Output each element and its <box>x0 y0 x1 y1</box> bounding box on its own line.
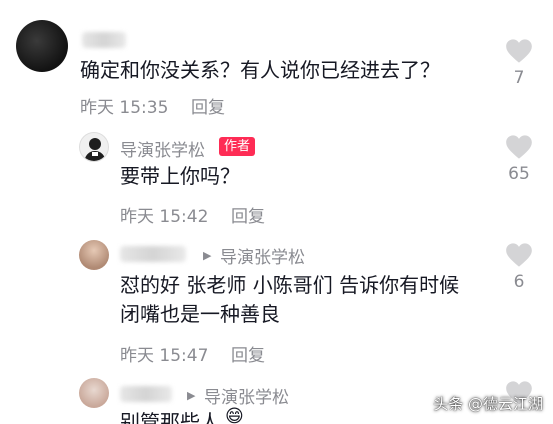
blurred-username <box>120 386 172 402</box>
reply-button[interactable]: 回复 <box>231 202 265 227</box>
blurred-username <box>120 246 186 262</box>
reply-button[interactable]: 回复 <box>231 341 265 366</box>
reply-target-name[interactable]: 导演张学松 <box>204 383 289 408</box>
like-heart-icon[interactable] <box>505 242 533 268</box>
commenter-avatar[interactable] <box>16 20 68 72</box>
reply-arrow-icon: ▶ <box>187 389 196 402</box>
comment-author[interactable]: 导演张学松 <box>120 136 205 161</box>
blurred-username <box>82 32 126 48</box>
like-count: 7 <box>513 68 525 88</box>
comment-text: 确定和你没关系？有人说你已经进去了？ <box>80 58 440 82</box>
emoji-icon: 😄 <box>225 406 244 424</box>
like-heart-icon[interactable] <box>505 134 533 160</box>
comment-time: 昨天 15:47 <box>120 346 209 366</box>
like-count: 65 <box>508 164 530 184</box>
author-badge: 作者 <box>219 137 256 156</box>
comment-time: 昨天 15:42 <box>120 207 209 227</box>
like-count: 6 <box>513 272 525 292</box>
comment-text-line-1: 怼的好 张老师 小陈哥们 告诉你有时候 <box>120 273 460 297</box>
author-avatar[interactable] <box>79 132 109 162</box>
commenter-avatar[interactable] <box>79 240 109 270</box>
comment-text: 要带上你吗？ <box>120 164 240 188</box>
comment-time: 昨天 15:35 <box>80 98 169 118</box>
like-heart-icon[interactable] <box>505 38 533 64</box>
comment-text-line-2: 闭嘴也是一种善良 <box>120 302 280 326</box>
commenter-avatar[interactable] <box>79 378 109 408</box>
reply-button[interactable]: 回复 <box>191 93 225 118</box>
comment-text: 别管那些人 <box>120 410 220 424</box>
watermark: 头条 @德云江湖 <box>433 395 543 413</box>
reply-target-name[interactable]: 导演张学松 <box>220 243 305 268</box>
reply-arrow-icon: ▶ <box>203 249 212 262</box>
